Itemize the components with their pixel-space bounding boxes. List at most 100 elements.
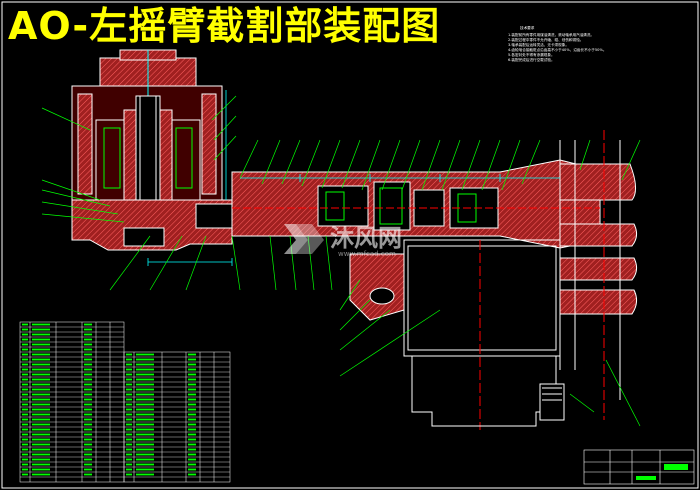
table-cell-text [22, 418, 28, 421]
table-cell-text [32, 348, 50, 351]
table-cell-text [32, 468, 50, 471]
table-cell-text [84, 408, 92, 411]
table-cell-text [22, 348, 28, 351]
table-cell-text [188, 383, 196, 386]
table-cell-text [22, 458, 28, 461]
table-cell-text [84, 403, 92, 406]
table-cell-text [136, 403, 154, 406]
table-cell-text [136, 413, 154, 416]
table-cell-text [126, 353, 132, 356]
table-cell-text [84, 418, 92, 421]
table-cell-text [22, 398, 28, 401]
table-cell-text [126, 403, 132, 406]
table-cell-text [136, 438, 154, 441]
table-cell-text [126, 448, 132, 451]
table-cell-text [136, 373, 154, 376]
table-cell-text [32, 378, 50, 381]
table-cell-text [136, 408, 154, 411]
table-cell-text [84, 368, 92, 371]
table-cell-text [188, 423, 196, 426]
table-cell-text [84, 393, 92, 396]
table-cell-text [126, 388, 132, 391]
table-cell-text [84, 433, 92, 436]
table-cell-text [32, 423, 50, 426]
table-cell-text [126, 453, 132, 456]
table-cell-text [126, 463, 132, 466]
table-cell-text [136, 358, 154, 361]
table-cell-text [22, 343, 28, 346]
table-cell-text [84, 463, 92, 466]
table-cell-text [136, 398, 154, 401]
table-cell-text [136, 353, 154, 356]
table-cell-text [188, 393, 196, 396]
table-cell-text [136, 428, 154, 431]
table-cell-text [188, 428, 196, 431]
table-cell-text [126, 378, 132, 381]
table-cell-text [136, 388, 154, 391]
table-cell-text [126, 418, 132, 421]
table-cell-text [32, 443, 50, 446]
table-cell-text [188, 473, 196, 476]
table-cell-text [188, 438, 196, 441]
table-cell-text [188, 408, 196, 411]
table-cell-text [188, 398, 196, 401]
table-cell-text [84, 413, 92, 416]
table-cell-text [22, 423, 28, 426]
table-cell-text [32, 338, 50, 341]
table-cell-text [126, 393, 132, 396]
table-cell-text [32, 393, 50, 396]
table-cell-text [126, 443, 132, 446]
table-cell-text [22, 428, 28, 431]
table-cell-text [126, 458, 132, 461]
table-cell-text [136, 433, 154, 436]
table-cell-text [126, 368, 132, 371]
table-cell-text [188, 363, 196, 366]
table-cell-text [32, 418, 50, 421]
table-cell-text [22, 378, 28, 381]
table-cell-text [136, 458, 154, 461]
table-cell-text [22, 438, 28, 441]
table-cell-text [84, 398, 92, 401]
table-cell-text [188, 358, 196, 361]
table-cell-text [22, 373, 28, 376]
table-cell-text [84, 333, 92, 336]
table-cell-text [84, 448, 92, 451]
table-cell-text [188, 463, 196, 466]
table-cell-text [32, 413, 50, 416]
table-cell-text [22, 333, 28, 336]
table-cell-text [126, 423, 132, 426]
table-cell-text [84, 338, 92, 341]
table-cell-text [84, 458, 92, 461]
watermark: 沐风网 www.mfcad.com [278, 218, 438, 258]
table-cell-text [84, 423, 92, 426]
table-cell-text [84, 383, 92, 386]
table-cell-text [136, 393, 154, 396]
table-cell-text [136, 368, 154, 371]
table-cell-text [84, 353, 92, 356]
table-cell-text [32, 448, 50, 451]
table-cell-text [22, 363, 28, 366]
parts-table-rows [20, 326, 230, 478]
table-cell-text [126, 413, 132, 416]
table-cell-text [188, 368, 196, 371]
table-cell-text [136, 418, 154, 421]
table-cell-text [32, 353, 50, 356]
table-cell-text [32, 373, 50, 376]
table-cell-text [32, 328, 50, 331]
table-cell-text [32, 358, 50, 361]
table-cell-text [188, 443, 196, 446]
table-cell-text [32, 438, 50, 441]
table-cell-text [136, 463, 154, 466]
table-cell-text [22, 473, 28, 476]
table-cell-text [188, 453, 196, 456]
table-cell-text [84, 453, 92, 456]
table-cell-text [188, 418, 196, 421]
table-cell-text [188, 458, 196, 461]
table-cell-text [84, 323, 92, 326]
table-cell-text [32, 458, 50, 461]
table-cell-text [136, 448, 154, 451]
table-cell-text [84, 438, 92, 441]
watermark-logo-icon: 沐风网 www.mfcad.com [284, 224, 402, 258]
parts-table-cells [22, 323, 196, 476]
table-cell-text [22, 468, 28, 471]
